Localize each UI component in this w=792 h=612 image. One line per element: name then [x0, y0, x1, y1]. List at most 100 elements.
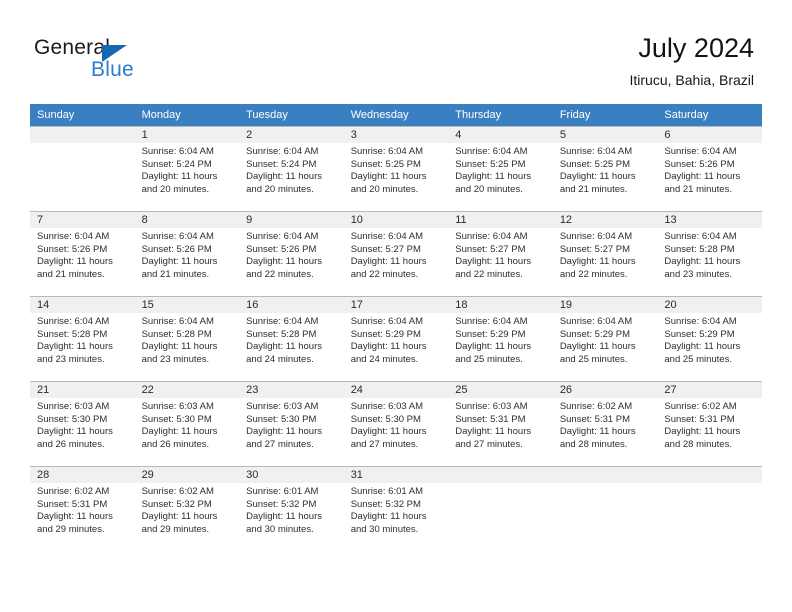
day-cell[interactable]: 24 Sunrise: 6:03 AM Sunset: 5:30 PM Dayligh…	[343, 382, 449, 466]
day-details: Sunrise: 6:04 AM Sunset: 5:26 PM Daylight:…	[657, 143, 762, 196]
daylight-line2-text: and 20 minutes.	[246, 183, 314, 195]
general-blue-logo[interactable]: General Blue	[34, 36, 234, 88]
sunrise-text: Sunrise: 6:04 AM	[455, 146, 528, 157]
day-cell[interactable]: 12 Sunrise: 6:04 AM Sunset: 5:27 PM Dayligh…	[552, 212, 658, 296]
day-details: Sunrise: 6:04 AM Sunset: 5:29 PM Daylight:…	[344, 313, 449, 366]
day-cell[interactable]: 4 Sunrise: 6:04 AM Sunset: 5:25 PM Daylight…	[448, 127, 553, 211]
daylight-line1-text: Daylight: 11 hours	[37, 426, 113, 438]
day-cell[interactable]: 11 Sunrise: 6:04 AM Sunset: 5:27 PM Dayligh…	[448, 212, 553, 296]
day-cell[interactable]: 17 Sunrise: 6:04 AM Sunset: 5:29 PM Dayligh…	[343, 297, 449, 381]
day-details: Sunrise: 6:04 AM Sunset: 5:24 PM Daylight:…	[239, 143, 344, 196]
day-cell[interactable]: 21 Sunrise: 6:03 AM Sunset: 5:30 PM Dayligh…	[30, 382, 135, 466]
day-cell[interactable]: 15 Sunrise: 6:04 AM Sunset: 5:28 PM Dayligh…	[134, 297, 240, 381]
daylight-line1-text: Daylight: 11 hours	[141, 341, 218, 353]
sunrise-text: Sunrise: 6:04 AM	[559, 316, 633, 327]
day-number: 13	[657, 212, 762, 228]
day-number: 11	[448, 212, 553, 228]
daylight-line1-text: Daylight: 11 hours	[559, 256, 636, 268]
calendar-week-row: 1 Sunrise: 6:04 AM Sunset: 5:24 PM Daylight…	[30, 126, 762, 212]
daylight-line2-text: and 20 minutes.	[455, 183, 523, 195]
sunset-text: Sunset: 5:29 PM	[455, 328, 526, 340]
daylight-line2-text: and 30 minutes.	[246, 523, 314, 535]
day-number: 28	[30, 467, 135, 483]
calendar-cell: 13 Sunrise: 6:04 AM Sunset: 5:28 PM Dayligh…	[657, 211, 762, 297]
day-cell[interactable]: 3 Sunrise: 6:04 AM Sunset: 5:25 PM Daylight…	[343, 127, 449, 211]
daylight-line2-text: and 23 minutes.	[664, 268, 732, 280]
daylight-line2-text: and 23 minutes.	[37, 353, 105, 365]
day-cell[interactable]: 19 Sunrise: 6:04 AM Sunset: 5:29 PM Dayligh…	[552, 297, 658, 381]
day-details: Sunrise: 6:04 AM Sunset: 5:25 PM Daylight:…	[344, 143, 449, 196]
daylight-line1-text: Daylight: 11 hours	[664, 171, 741, 183]
sunset-text: Sunset: 5:31 PM	[37, 498, 108, 510]
day-cell[interactable]: 28 Sunrise: 6:02 AM Sunset: 5:31 PM Dayligh…	[30, 467, 135, 551]
day-cell[interactable]: 30 Sunrise: 6:01 AM Sunset: 5:32 PM Dayligh…	[239, 467, 344, 551]
day-cell-empty	[657, 467, 762, 551]
sunrise-text: Sunrise: 6:04 AM	[246, 146, 319, 157]
calendar-cell: 23 Sunrise: 6:03 AM Sunset: 5:30 PM Dayligh…	[239, 381, 344, 467]
logo-text-blue: Blue	[91, 58, 134, 81]
sunrise-text: Sunrise: 6:04 AM	[246, 231, 319, 242]
day-details: Sunrise: 6:04 AM Sunset: 5:28 PM Daylight:…	[135, 313, 240, 366]
calendar-cell	[657, 466, 762, 551]
sunset-text: Sunset: 5:30 PM	[246, 413, 317, 425]
calendar-header-row: Sunday Monday Tuesday Wednesday Thursday Frid…	[30, 104, 762, 127]
calendar-cell: 15 Sunrise: 6:04 AM Sunset: 5:28 PM Dayligh…	[134, 296, 240, 382]
day-cell[interactable]: 25 Sunrise: 6:03 AM Sunset: 5:31 PM Dayligh…	[448, 382, 553, 466]
day-number: 14	[30, 297, 135, 313]
day-number: 3	[343, 127, 449, 143]
calendar-cell: 11 Sunrise: 6:04 AM Sunset: 5:27 PM Dayligh…	[448, 211, 553, 297]
day-cell[interactable]: 23 Sunrise: 6:03 AM Sunset: 5:30 PM Dayligh…	[239, 382, 344, 466]
sunrise-text: Sunrise: 6:03 AM	[455, 401, 528, 412]
day-cell[interactable]: 20 Sunrise: 6:04 AM Sunset: 5:29 PM Dayligh…	[657, 297, 762, 381]
day-cell[interactable]: 13 Sunrise: 6:04 AM Sunset: 5:28 PM Dayligh…	[657, 212, 762, 296]
day-details: Sunrise: 6:04 AM Sunset: 5:26 PM Daylight:…	[239, 228, 344, 281]
day-cell[interactable]: 26 Sunrise: 6:02 AM Sunset: 5:31 PM Dayligh…	[552, 382, 658, 466]
day-cell[interactable]: 1 Sunrise: 6:04 AM Sunset: 5:24 PM Daylight…	[134, 127, 240, 211]
sunset-text: Sunset: 5:32 PM	[350, 498, 421, 510]
weekday-header-thursday: Thursday	[448, 104, 553, 127]
calendar-cell: 26 Sunrise: 6:02 AM Sunset: 5:31 PM Dayligh…	[552, 381, 658, 467]
day-cell[interactable]: 16 Sunrise: 6:04 AM Sunset: 5:28 PM Dayligh…	[239, 297, 344, 381]
sunrise-text: Sunrise: 6:04 AM	[141, 231, 214, 242]
day-cell[interactable]: 9 Sunrise: 6:04 AM Sunset: 5:26 PM Daylight…	[239, 212, 344, 296]
page-title: July 2024	[638, 33, 754, 63]
day-cell[interactable]: 27 Sunrise: 6:02 AM Sunset: 5:31 PM Dayligh…	[657, 382, 762, 466]
day-cell[interactable]: 10 Sunrise: 6:04 AM Sunset: 5:27 PM Dayligh…	[343, 212, 449, 296]
day-details: Sunrise: 6:01 AM Sunset: 5:32 PM Daylight:…	[344, 483, 449, 536]
sunset-text: Sunset: 5:28 PM	[141, 328, 212, 340]
sunrise-text: Sunrise: 6:03 AM	[37, 401, 110, 412]
sunset-text: Sunset: 5:30 PM	[141, 413, 212, 425]
day-cell[interactable]: 2 Sunrise: 6:04 AM Sunset: 5:24 PM Daylight…	[239, 127, 344, 211]
day-cell[interactable]: 5 Sunrise: 6:04 AM Sunset: 5:25 PM Daylight…	[552, 127, 658, 211]
day-number: 5	[552, 127, 658, 143]
day-cell[interactable]: 22 Sunrise: 6:03 AM Sunset: 5:30 PM Dayligh…	[134, 382, 240, 466]
day-cell[interactable]: 31 Sunrise: 6:01 AM Sunset: 5:32 PM Dayligh…	[343, 467, 449, 551]
day-number: 20	[657, 297, 762, 313]
day-cell[interactable]: 6 Sunrise: 6:04 AM Sunset: 5:26 PM Daylight…	[657, 127, 762, 211]
day-details: Sunrise: 6:03 AM Sunset: 5:30 PM Daylight:…	[344, 398, 449, 451]
sunset-text: Sunset: 5:32 PM	[141, 498, 212, 510]
day-cell[interactable]: 8 Sunrise: 6:04 AM Sunset: 5:26 PM Daylight…	[134, 212, 240, 296]
day-cell[interactable]: 29 Sunrise: 6:02 AM Sunset: 5:32 PM Dayligh…	[134, 467, 240, 551]
sunset-text: Sunset: 5:28 PM	[664, 243, 735, 255]
daylight-line2-text: and 26 minutes.	[141, 438, 210, 450]
day-details: Sunrise: 6:03 AM Sunset: 5:30 PM Daylight:…	[135, 398, 240, 451]
day-cell[interactable]: 7 Sunrise: 6:04 AM Sunset: 5:26 PM Daylight…	[30, 212, 135, 296]
daylight-line2-text: and 30 minutes.	[350, 523, 419, 535]
calendar-cell: 8 Sunrise: 6:04 AM Sunset: 5:26 PM Daylight…	[134, 211, 240, 297]
day-cell[interactable]: 14 Sunrise: 6:04 AM Sunset: 5:28 PM Dayligh…	[30, 297, 135, 381]
daylight-line1-text: Daylight: 11 hours	[141, 511, 218, 523]
day-number: 31	[343, 467, 449, 483]
sunset-text: Sunset: 5:29 PM	[559, 328, 631, 340]
sunrise-text: Sunrise: 6:03 AM	[246, 401, 319, 412]
daylight-line1-text: Daylight: 11 hours	[455, 171, 532, 183]
day-cell-empty	[448, 467, 553, 551]
calendar-cell	[448, 466, 553, 551]
sunrise-text: Sunrise: 6:02 AM	[37, 486, 110, 497]
calendar-week-row: 21 Sunrise: 6:03 AM Sunset: 5:30 PM Dayligh…	[30, 381, 762, 467]
sunrise-text: Sunrise: 6:03 AM	[350, 401, 424, 412]
sunrise-text: Sunrise: 6:04 AM	[455, 316, 528, 327]
calendar-cell	[30, 126, 135, 212]
daylight-line2-text: and 29 minutes.	[37, 523, 105, 535]
day-cell[interactable]: 18 Sunrise: 6:04 AM Sunset: 5:29 PM Dayligh…	[448, 297, 553, 381]
